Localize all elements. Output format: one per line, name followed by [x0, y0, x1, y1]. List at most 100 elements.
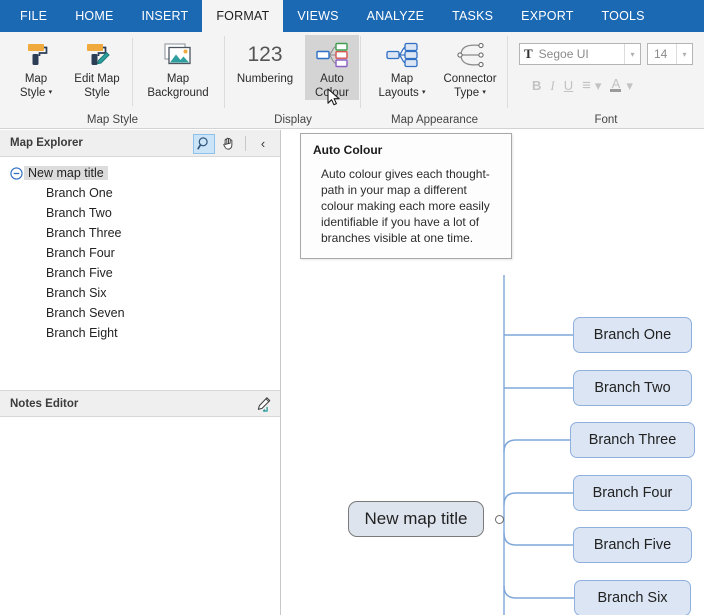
- tree-row-root[interactable]: New map title: [0, 163, 280, 183]
- pencil-icon[interactable]: [252, 395, 274, 415]
- branch-node-label: Branch Three: [588, 432, 677, 448]
- tree-row-branch[interactable]: Branch Five: [0, 263, 280, 283]
- map-explorer-toolbar: ‹: [193, 130, 274, 157]
- tree-branch-label: Branch Eight: [46, 326, 118, 340]
- align-button[interactable]: ≡: [582, 77, 591, 94]
- auto-colour-tooltip: Auto Colour Auto colour gives each thoug…: [300, 133, 512, 259]
- ribbon-tab-views[interactable]: VIEWS: [283, 0, 352, 32]
- mind-map-branch-node[interactable]: Branch Three: [570, 422, 695, 458]
- align-caret-down-icon[interactable]: ▾: [595, 78, 602, 94]
- caret-down-icon: ▾: [482, 89, 486, 96]
- paint-roller-edit-icon: [82, 38, 112, 72]
- edit-map-style-button[interactable]: Edit Map Style: [66, 35, 128, 100]
- mind-map-branch-node[interactable]: Branch Five: [573, 527, 692, 563]
- tooltip-title: Auto Colour: [313, 143, 383, 157]
- ribbon-tab-tools[interactable]: TOOLS: [588, 0, 659, 32]
- ribbon-tab-analyze[interactable]: ANALYZE: [353, 0, 438, 32]
- application-window: FILE HOME INSERT FORMAT VIEWS ANALYZE TASKS EXP…: [0, 0, 704, 615]
- notes-editor-body[interactable]: [0, 417, 280, 615]
- ribbon-group-map-appearance: Map Layouts ▾ Connector Type ▾ Map Appea…: [361, 32, 508, 128]
- numbering-label: Numbering: [236, 73, 294, 85]
- map-background-label-2: Background: [147, 87, 209, 99]
- mind-map-branch-node[interactable]: Branch Six: [574, 580, 691, 615]
- connector-type-label-1: Connector: [443, 73, 497, 85]
- map-explorer-header: Map Explorer ‹: [0, 130, 280, 157]
- ribbon-group-font: T Segoe UI ▾ 14 ▾ B I U ≡ ▾ A ▾ Font: [508, 32, 704, 128]
- left-panel: Map Explorer ‹ New map title Branch One …: [0, 130, 281, 615]
- auto-colour-button[interactable]: Auto Colour: [305, 35, 359, 100]
- expander-collapse-icon[interactable]: [8, 166, 24, 180]
- map-layouts-label-1: Map: [390, 73, 414, 85]
- paint-roller-icon: [21, 38, 51, 72]
- font-size-combobox[interactable]: 14 ▾: [647, 43, 693, 65]
- bold-button[interactable]: B: [532, 78, 541, 93]
- map-style-button[interactable]: Map Style ▾: [8, 35, 64, 100]
- tree-branch-label: Branch Two: [46, 206, 112, 220]
- font-color-button[interactable]: A: [610, 76, 622, 92]
- mind-map-branch-node[interactable]: Branch Two: [573, 370, 692, 406]
- font-size-value: 14: [654, 47, 668, 61]
- ribbon-tab-tasks[interactable]: TASKS: [438, 0, 507, 32]
- ribbon-tab-format[interactable]: FORMAT: [202, 0, 284, 32]
- font-family-combobox[interactable]: T Segoe UI ▾: [519, 43, 641, 65]
- mind-map-branch-node[interactable]: Branch One: [573, 317, 692, 353]
- caret-down-icon: ▾: [421, 89, 426, 96]
- branch-node-label: Branch Two: [594, 380, 671, 396]
- tree-branch-label: Branch One: [46, 186, 113, 200]
- map-layouts-button[interactable]: Map Layouts ▾: [371, 35, 433, 100]
- search-icon[interactable]: [193, 133, 215, 154]
- ribbon-group-label-map-appearance: Map Appearance: [391, 114, 478, 126]
- map-layouts-label-2: Layouts ▾: [378, 87, 426, 100]
- tree-branch-label: Branch Three: [46, 226, 122, 240]
- ribbon-tab-bar: FILE HOME INSERT FORMAT VIEWS ANALYZE TASKS EXP…: [0, 0, 704, 32]
- branch-node-label: Branch Four: [592, 485, 673, 501]
- numbering-button[interactable]: 123 Numbering: [229, 35, 301, 86]
- auto-colour-icon: [315, 38, 349, 72]
- connector-type-icon: [453, 38, 487, 72]
- map-style-label-1: Map: [24, 73, 48, 85]
- connector-type-label-2: Type ▾: [454, 87, 486, 100]
- tree-branch-label: Branch Seven: [46, 306, 125, 320]
- tooltip-body: Auto colour gives each thought-path in y…: [321, 167, 490, 245]
- ribbon-divider: [132, 38, 133, 106]
- tree-row-branch[interactable]: Branch Eight: [0, 323, 280, 343]
- connector-type-button[interactable]: Connector Type ▾: [435, 35, 505, 100]
- mind-map-branch-node[interactable]: Branch Four: [573, 475, 692, 511]
- numbering-123-icon: 123: [247, 43, 283, 66]
- tree-row-branch[interactable]: Branch Two: [0, 203, 280, 223]
- ribbon: Map Style ▾ Edit Map Style Map Backgroun…: [0, 32, 704, 129]
- underline-button[interactable]: U: [564, 78, 573, 93]
- branch-node-label: Branch Six: [597, 590, 668, 606]
- tree-row-branch[interactable]: Branch Four: [0, 243, 280, 263]
- italic-button[interactable]: I: [550, 78, 554, 94]
- font-size-dropdown-arrow[interactable]: ▾: [676, 44, 692, 64]
- auto-colour-label-1: Auto: [320, 73, 344, 85]
- tree-row-branch[interactable]: Branch Three: [0, 223, 280, 243]
- notes-editor-header: Notes Editor: [0, 390, 280, 417]
- tree-row-branch[interactable]: Branch Seven: [0, 303, 280, 323]
- notes-editor-title: Notes Editor: [10, 397, 79, 410]
- tree-row-branch[interactable]: Branch One: [0, 183, 280, 203]
- font-family-dropdown-arrow[interactable]: ▾: [624, 44, 640, 64]
- mind-map-center-node[interactable]: New map title: [348, 501, 484, 537]
- font-color-caret-down-icon[interactable]: ▾: [626, 78, 633, 94]
- collapse-panel-icon[interactable]: ‹: [252, 134, 274, 154]
- tree-branch-label: Branch Six: [46, 286, 107, 300]
- ribbon-group-label-display: Display: [274, 114, 312, 126]
- caret-down-icon: ▾: [48, 89, 53, 96]
- center-node-hub-handle[interactable]: [495, 515, 504, 524]
- map-background-label-1: Map: [166, 73, 190, 85]
- center-node-label: New map title: [364, 509, 468, 528]
- ribbon-tab-export[interactable]: EXPORT: [507, 0, 587, 32]
- tree-row-branch[interactable]: Branch Six: [0, 283, 280, 303]
- font-format-toolbar: B I U ≡ ▾ A ▾: [532, 77, 633, 94]
- pan-hand-icon[interactable]: [217, 134, 239, 154]
- map-background-button[interactable]: Map Background: [136, 35, 220, 100]
- edit-map-style-label-2: Style: [84, 87, 110, 99]
- ribbon-group-label-map-style: Map Style: [86, 114, 139, 126]
- ribbon-tab-file[interactable]: FILE: [6, 0, 61, 32]
- ribbon-tab-insert[interactable]: INSERT: [128, 0, 203, 32]
- map-explorer-title: Map Explorer: [10, 137, 83, 149]
- ribbon-tab-home[interactable]: HOME: [61, 0, 127, 32]
- font-color-letter: A: [611, 76, 621, 91]
